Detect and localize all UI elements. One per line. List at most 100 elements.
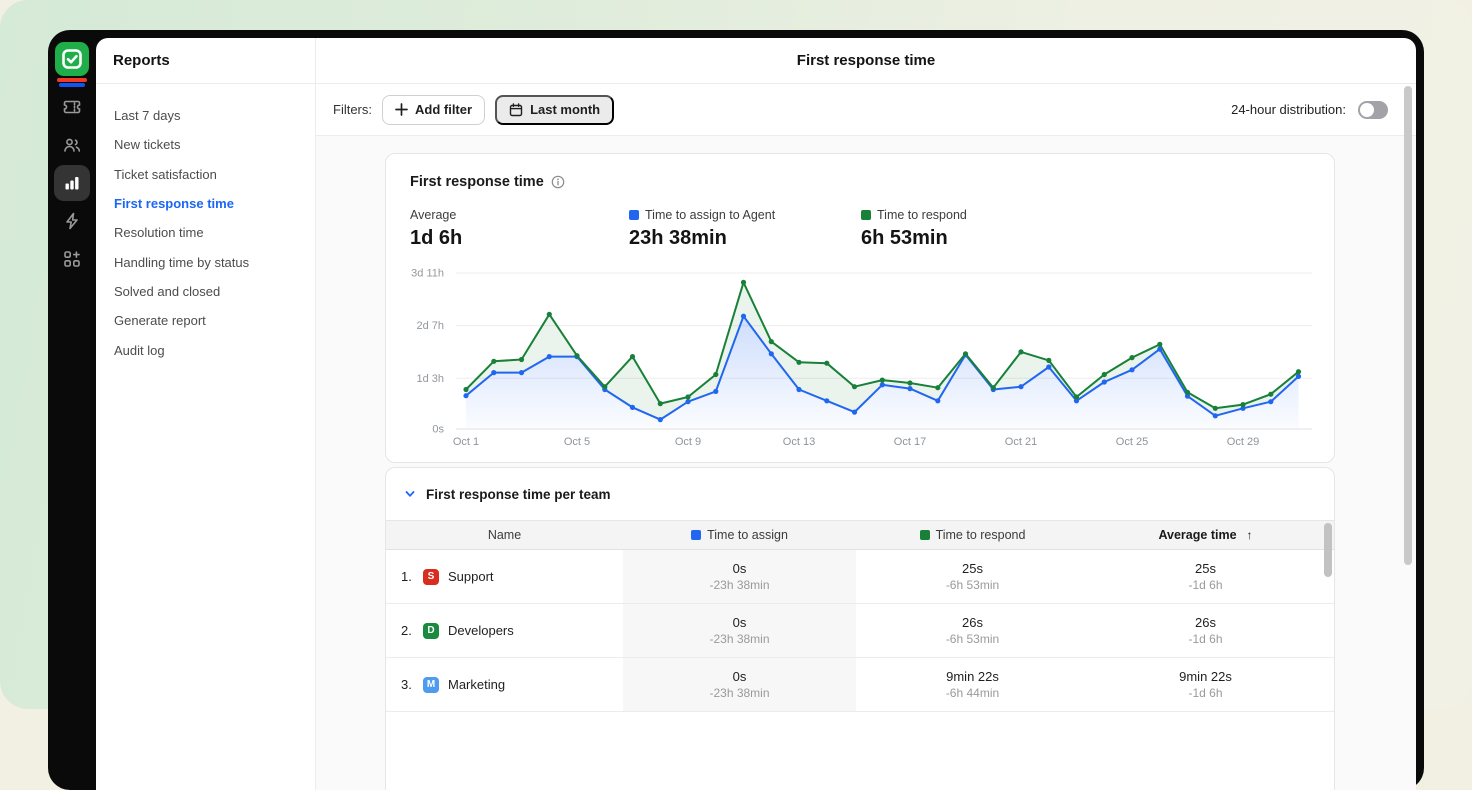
table-row-marketing[interactable]: 3. M Marketing 0s -23h 38min 9min 22s -6… (386, 658, 1334, 712)
column-header-name[interactable]: Name (386, 528, 623, 542)
svg-text:1d 3h: 1d 3h (416, 373, 444, 385)
date-range-button[interactable]: Last month (495, 95, 614, 125)
svg-text:Oct 5: Oct 5 (564, 436, 590, 448)
livechat-accent-red (57, 78, 87, 82)
column-header-time-to-respond[interactable]: Time to respond (856, 528, 1089, 542)
reports-panel-title: Reports (96, 38, 315, 84)
stat-assign-label: Time to assign to Agent (645, 208, 775, 222)
row-rank: 3. (401, 677, 421, 692)
column-header-average-time[interactable]: Average time ↑ (1089, 528, 1322, 542)
legend-square-respond-col (920, 530, 930, 540)
assign-delta: -23h 38min (709, 578, 769, 592)
sidebar-item-ticket-satisfaction[interactable]: Ticket satisfaction (96, 160, 315, 189)
reports-nav: Last 7 days New tickets Ticket satisfact… (96, 84, 315, 365)
svg-text:Oct 1: Oct 1 (453, 436, 479, 448)
respond-value: 25s (962, 561, 983, 576)
card-title-row: First response time (410, 174, 565, 190)
automations-icon[interactable] (54, 203, 90, 239)
column-header-time-to-assign[interactable]: Time to assign (623, 528, 856, 542)
per-team-section-header[interactable]: First response time per team (386, 468, 1334, 520)
legend-square-assign-col (691, 530, 701, 540)
assign-value: 0s (733, 669, 747, 684)
legend-square-assign (629, 210, 639, 220)
app-window: Reports Last 7 days New tickets Ticket s… (48, 30, 1424, 790)
average-delta: -1d 6h (1188, 632, 1222, 646)
reports-icon[interactable] (54, 165, 90, 201)
assign-delta: -23h 38min (709, 632, 769, 646)
svg-text:3d 11h: 3d 11h (411, 268, 444, 280)
average-value: 9min 22s (1179, 669, 1232, 684)
table-row-support[interactable]: 1. S Support 0s -23h 38min 25s -6h 53min… (386, 550, 1334, 604)
report-content: First response time Average 1d 6h Time t… (316, 136, 1416, 790)
average-value: 25s (1195, 561, 1216, 576)
filters-bar: Filters: Add filter Last month 24-hour d… (316, 84, 1416, 136)
card-title: First response time (410, 174, 544, 190)
sidebar-item-resolution-time[interactable]: Resolution time (96, 218, 315, 247)
response-time-line-chart[interactable]: 0s 1d 3h 2d 7h 3d 11h Oct 1 Oct 5 Oct 9 Oct 13 O… (386, 257, 1336, 457)
helpdesk-logo-icon[interactable] (55, 42, 89, 76)
sidebar-item-handling-time-by-status[interactable]: Handling time by status (96, 247, 315, 276)
svg-text:Oct 17: Oct 17 (894, 436, 926, 448)
stat-average-label: Average (410, 208, 456, 222)
svg-text:0s: 0s (432, 424, 444, 436)
filters-label: Filters: (333, 102, 372, 117)
livechat-accent-blue (59, 83, 85, 87)
distribution-toggle[interactable] (1358, 101, 1388, 119)
sort-asc-icon: ↑ (1247, 528, 1253, 542)
table-scrollbar[interactable] (1324, 523, 1332, 577)
team-name: Support (448, 569, 494, 584)
per-team-title: First response time per team (426, 487, 611, 502)
team-name: Developers (448, 623, 514, 638)
chevron-down-icon (404, 488, 416, 500)
stat-respond-value: 6h 53min (861, 227, 967, 250)
stat-respond-label: Time to respond (877, 208, 967, 222)
add-filter-button[interactable]: Add filter (382, 95, 485, 125)
legend-square-respond (861, 210, 871, 220)
stat-time-to-respond: Time to respond 6h 53min (861, 208, 967, 250)
info-icon[interactable] (551, 175, 565, 189)
svg-text:Oct 13: Oct 13 (783, 436, 815, 448)
assign-delta: -23h 38min (709, 686, 769, 700)
sidebar-item-last-7-days[interactable]: Last 7 days (96, 101, 315, 130)
distribution-label: 24-hour distribution: (1231, 102, 1346, 117)
plus-icon (395, 103, 408, 116)
average-value: 26s (1195, 615, 1216, 630)
sidebar-item-first-response-time[interactable]: First response time (96, 189, 315, 218)
team-icon[interactable] (54, 127, 90, 163)
sidebar-item-generate-report[interactable]: Generate report (96, 306, 315, 335)
reports-sidebar: Reports Last 7 days New tickets Ticket s… (96, 38, 316, 790)
stat-time-to-assign: Time to assign to Agent 23h 38min (629, 208, 775, 250)
sidebar-item-solved-and-closed[interactable]: Solved and closed (96, 277, 315, 306)
respond-value: 26s (962, 615, 983, 630)
svg-text:2d 7h: 2d 7h (416, 320, 444, 332)
tickets-icon[interactable] (54, 89, 90, 125)
page-scrollbar[interactable] (1404, 86, 1412, 565)
respond-delta: -6h 53min (946, 632, 999, 646)
app-rail (48, 30, 96, 790)
svg-text:Oct 21: Oct 21 (1005, 436, 1037, 448)
table-row-developers[interactable]: 2. D Developers 0s -23h 38min 26s -6h 53… (386, 604, 1334, 658)
apps-icon[interactable] (54, 241, 90, 277)
team-table-header: Name Time to assign Time to respond Aver… (386, 520, 1334, 550)
checkmark-icon (61, 48, 83, 70)
first-response-time-card: First response time Average 1d 6h Time t… (385, 153, 1335, 463)
average-delta: -1d 6h (1188, 686, 1222, 700)
page-title: First response time (797, 52, 935, 69)
team-name: Marketing (448, 677, 505, 692)
sidebar-item-audit-log[interactable]: Audit log (96, 335, 315, 364)
team-avatar: S (423, 569, 439, 585)
svg-text:Oct 9: Oct 9 (675, 436, 701, 448)
respond-value: 9min 22s (946, 669, 999, 684)
stat-assign-value: 23h 38min (629, 227, 775, 250)
calendar-icon (509, 103, 523, 117)
sidebar-item-new-tickets[interactable]: New tickets (96, 130, 315, 159)
team-avatar: M (423, 677, 439, 693)
svg-text:Oct 29: Oct 29 (1227, 436, 1259, 448)
page-header: First response time (316, 38, 1416, 84)
svg-text:Oct 25: Oct 25 (1116, 436, 1148, 448)
toggle-knob (1360, 103, 1374, 117)
row-rank: 1. (401, 569, 421, 584)
stat-average: Average 1d 6h (410, 208, 462, 250)
per-team-card: First response time per team Name Time t… (385, 467, 1335, 790)
row-rank: 2. (401, 623, 421, 638)
